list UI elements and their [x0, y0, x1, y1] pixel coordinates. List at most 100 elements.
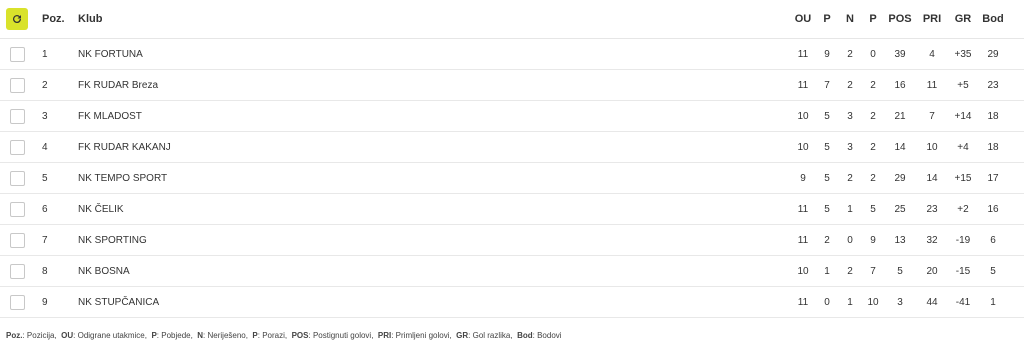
row-position: 8: [42, 265, 48, 277]
header-pos2[interactable]: POS: [884, 13, 916, 25]
row-n: 0: [847, 234, 853, 246]
refresh-icon: [13, 15, 22, 24]
row-n: 2: [847, 79, 853, 91]
legend-desc: Pobjede: [161, 331, 191, 340]
header-club[interactable]: Klub: [78, 13, 778, 25]
row-pri: 23: [926, 203, 938, 215]
row-bod: 5: [990, 265, 996, 277]
row-pri: 10: [926, 141, 938, 153]
table-header: Poz. Klub OU P N P POS PRI GR Bod: [0, 0, 1024, 39]
legend-key: Bod: [517, 331, 533, 340]
row-ou: 10: [797, 141, 809, 153]
header-bod[interactable]: Bod: [978, 13, 1008, 25]
refresh-button[interactable]: [6, 8, 28, 30]
table-body: 1 NK FORTUNA 11 9 2 0 39 4 +35 29 2 FK R…: [0, 39, 1024, 318]
row-n: 3: [847, 141, 853, 153]
header-p2[interactable]: P: [862, 13, 884, 25]
table-row: 2 FK RUDAR Breza 11 7 2 2 16 11 +5 23: [0, 70, 1024, 101]
row-pos2: 25: [894, 203, 906, 215]
row-pri: 20: [926, 265, 938, 277]
row-gr: +35: [954, 48, 972, 60]
legend-desc: Pozicija: [26, 331, 55, 340]
table-row: 6 NK ČELIK 11 5 1 5 25 23 +2 16: [0, 194, 1024, 225]
row-p: 5: [824, 172, 830, 184]
row-checkbox[interactable]: [10, 263, 25, 279]
row-checkbox[interactable]: [10, 139, 25, 155]
header-p[interactable]: P: [816, 13, 838, 25]
legend-key: P: [151, 331, 157, 340]
legend-key: OU: [61, 331, 74, 340]
row-p2: 2: [870, 79, 876, 91]
row-pri: 14: [926, 172, 938, 184]
legend-key: POS: [291, 331, 309, 340]
row-position: 5: [42, 172, 48, 184]
row-n: 2: [847, 172, 853, 184]
row-checkbox[interactable]: [10, 201, 25, 217]
row-position: 7: [42, 234, 48, 246]
row-position: 2: [42, 79, 48, 91]
row-club: NK FORTUNA: [78, 48, 143, 60]
row-club: NK SPORTING: [78, 234, 147, 246]
row-bod: 29: [987, 48, 999, 60]
header-pos[interactable]: Poz.: [40, 13, 78, 25]
row-checkbox[interactable]: [10, 108, 25, 124]
row-bod: 16: [987, 203, 999, 215]
row-bod: 6: [990, 234, 996, 246]
header-gr[interactable]: GR: [948, 13, 978, 25]
header-pri[interactable]: PRI: [916, 13, 948, 25]
legend-key: N: [197, 331, 204, 340]
row-gr: -19: [955, 234, 971, 246]
row-checkbox[interactable]: [10, 46, 25, 62]
legend-key: P: [252, 331, 258, 340]
row-club: NK BOSNA: [78, 265, 130, 277]
row-p2: 7: [870, 265, 876, 277]
row-club: FK RUDAR KAKANJ: [78, 141, 171, 153]
row-gr: +2: [957, 203, 969, 215]
row-checkbox[interactable]: [10, 232, 25, 248]
row-ou: 11: [797, 296, 809, 308]
row-ou: 10: [797, 265, 809, 277]
header-n[interactable]: N: [838, 13, 862, 25]
table-row: 5 NK TEMPO SPORT 9 5 2 2 29 14 +15 17: [0, 163, 1024, 194]
row-ou: 11: [797, 79, 809, 91]
row-ou: 9: [800, 172, 806, 184]
row-p: 1: [824, 265, 830, 277]
row-ou: 11: [797, 203, 809, 215]
row-checkbox[interactable]: [10, 294, 25, 310]
row-position: 9: [42, 296, 48, 308]
row-n: 1: [847, 203, 853, 215]
row-position: 1: [42, 48, 48, 60]
legend-desc: Porazi: [262, 331, 285, 340]
header-ou[interactable]: OU: [790, 13, 816, 25]
row-p: 5: [824, 110, 830, 122]
row-club: FK RUDAR Breza: [78, 79, 159, 91]
legend-key: GR: [456, 331, 469, 340]
legend-desc: Postignuti golovi: [312, 331, 372, 340]
row-gr: +5: [957, 79, 969, 91]
row-pos2: 5: [897, 265, 903, 277]
row-n: 2: [847, 48, 853, 60]
row-pos2: 14: [894, 141, 906, 153]
row-pos2: 16: [894, 79, 906, 91]
row-club: NK TEMPO SPORT: [78, 172, 168, 184]
row-position: 6: [42, 203, 48, 215]
row-pos2: 3: [897, 296, 903, 308]
row-checkbox[interactable]: [10, 170, 25, 186]
legend-desc: Gol razlika: [472, 331, 511, 340]
row-bod: 18: [987, 141, 999, 153]
row-p: 5: [824, 141, 830, 153]
row-club: NK ČELIK: [78, 203, 124, 215]
row-p2: 5: [870, 203, 876, 215]
legend-key: PRI: [377, 331, 392, 340]
row-pri: 7: [929, 110, 935, 122]
row-pos2: 13: [894, 234, 906, 246]
row-checkbox[interactable]: [10, 77, 25, 93]
row-pos2: 21: [894, 110, 906, 122]
row-ou: 11: [797, 48, 809, 60]
row-p: 9: [824, 48, 830, 60]
table-row: 7 NK SPORTING 11 2 0 9 13 32 -19 6: [0, 225, 1024, 256]
row-pos2: 29: [894, 172, 906, 184]
legend: Poz.: Pozicija, OU: Odigrane utakmice, P…: [6, 331, 562, 340]
table-row: 4 FK RUDAR KAKANJ 10 5 3 2 14 10 +4 18: [0, 132, 1024, 163]
row-p: 5: [824, 203, 830, 215]
